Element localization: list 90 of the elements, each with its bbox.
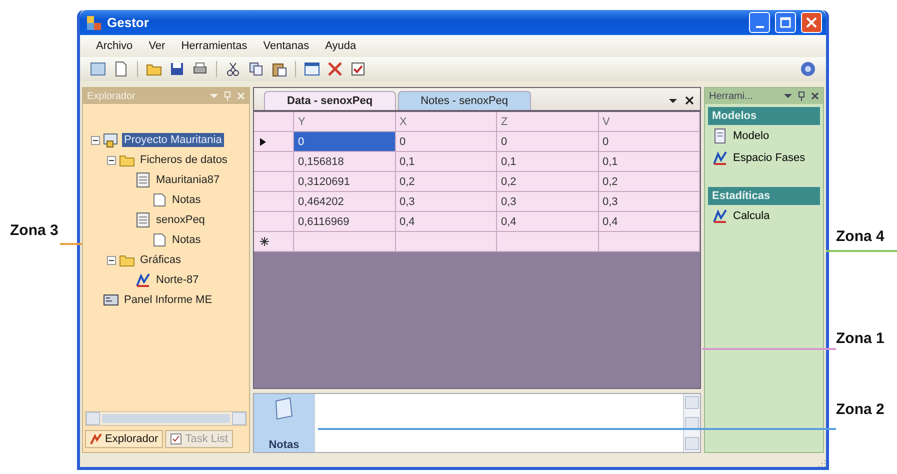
zone-label: Zona 1 [836, 330, 884, 347]
notes-text-area[interactable] [314, 394, 684, 452]
window-title: Gestor [107, 15, 150, 30]
tree-item[interactable]: Notas [170, 193, 203, 207]
close-button[interactable] [801, 12, 822, 33]
table-cell[interactable]: 0,1 [497, 152, 598, 172]
minimize-icon [756, 26, 764, 28]
tree-item[interactable]: Norte-87 [154, 273, 201, 287]
close-icon [806, 17, 817, 28]
menu-item[interactable]: Herramientas [175, 38, 254, 54]
close-icon[interactable] [685, 96, 694, 105]
table-cell[interactable]: 0,2 [598, 172, 700, 192]
table-cell[interactable]: 0 [396, 132, 497, 152]
zone-label: Zona 4 [836, 228, 884, 245]
tool-item[interactable]: Calcula [708, 205, 820, 227]
tool-item[interactable]: Espacio Fases [708, 147, 820, 169]
tree-item[interactable]: Panel Informe ME [122, 293, 214, 307]
table-cell[interactable] [497, 232, 598, 252]
table-cell[interactable]: 0,1 [396, 152, 497, 172]
table-cell[interactable] [294, 232, 396, 252]
note-icon [151, 192, 167, 208]
column-header[interactable]: Z [497, 112, 598, 132]
panel-icon [103, 292, 119, 308]
menu-item[interactable]: Ver [142, 38, 172, 54]
chart-icon [135, 272, 151, 288]
table-cell[interactable]: 0,3 [497, 192, 598, 212]
panel-tab[interactable]: Explorador [85, 430, 164, 448]
chart-icon [90, 433, 102, 445]
panel-title: Explorador [87, 90, 136, 102]
tree-item[interactable]: Gráficas [138, 253, 183, 267]
model-icon [712, 128, 728, 144]
notepad-icon [273, 397, 295, 421]
tree-item[interactable]: Notas [170, 233, 203, 247]
table-icon [135, 212, 151, 228]
table-cell[interactable]: 0,6116969 [294, 212, 396, 232]
project-icon [103, 132, 119, 148]
table-cell[interactable]: 0,2 [396, 172, 497, 192]
panel-title: Herrami... [709, 90, 754, 102]
section-header[interactable]: Modelos [708, 107, 820, 125]
row-header[interactable] [254, 232, 294, 252]
zone-label: Zona 3 [10, 222, 58, 239]
menu-item[interactable]: Ventanas [257, 38, 316, 54]
collapse-icon[interactable] [107, 156, 116, 164]
pin-icon[interactable] [798, 91, 805, 101]
document-tab[interactable]: Notes - senoxPeq [398, 91, 532, 110]
table-cell[interactable]: 0,464202 [294, 192, 396, 212]
tree-item[interactable]: Proyecto Mauritania [122, 133, 224, 147]
table-cell[interactable]: 0,1 [598, 152, 700, 172]
table-cell[interactable]: 0,3 [396, 192, 497, 212]
table-cell[interactable]: 0,4 [497, 212, 598, 232]
note-icon [151, 232, 167, 248]
menu-item[interactable]: Archivo [90, 38, 139, 54]
current-row-icon [260, 138, 266, 146]
section-header[interactable]: Estadíticas [708, 187, 820, 205]
zone-label: Zona 2 [836, 401, 884, 418]
column-header[interactable]: X [396, 112, 497, 132]
table-cell[interactable] [396, 232, 497, 252]
resize-grip-icon[interactable] [817, 458, 826, 467]
tree-item[interactable]: Ficheros de datos [138, 153, 230, 167]
checkbox-icon [170, 433, 182, 445]
app-icon [86, 14, 102, 30]
horizontal-scrollbar[interactable] [85, 411, 247, 426]
tree-item[interactable]: senoxPeq [154, 213, 207, 227]
table-cell[interactable]: 0 [598, 132, 700, 152]
vertical-scrollbar[interactable] [684, 394, 700, 452]
table-cell[interactable]: 0,156818 [294, 152, 396, 172]
dropdown-icon[interactable] [669, 98, 677, 104]
column-header[interactable]: V [598, 112, 700, 132]
chart-icon [712, 150, 728, 166]
table-cell[interactable]: 0,3120691 [294, 172, 396, 192]
menu-item[interactable]: Ayuda [319, 38, 362, 54]
maximize-button[interactable] [775, 12, 796, 33]
table-cell[interactable] [598, 232, 700, 252]
table-cell[interactable]: 0,2 [497, 172, 598, 192]
collapse-icon[interactable] [107, 256, 116, 264]
minimize-button[interactable] [749, 12, 770, 33]
collapse-icon[interactable] [91, 136, 100, 144]
document-tab[interactable]: Data - senoxPeq [264, 91, 396, 110]
table-icon [135, 172, 151, 188]
chart-icon [712, 208, 728, 224]
new-row-icon [260, 237, 269, 246]
notes-button[interactable]: Notas [254, 394, 314, 452]
table-cell[interactable]: 0 [294, 132, 396, 152]
tree-item[interactable]: Mauritania87 [154, 173, 222, 187]
tool-item[interactable]: Modelo [708, 125, 820, 147]
table-cell[interactable]: 0,4 [598, 212, 700, 232]
table-cell[interactable]: 0,4 [396, 212, 497, 232]
table-cell[interactable]: 0,3 [598, 192, 700, 212]
maximize-icon [780, 17, 791, 28]
table-cell[interactable]: 0 [497, 132, 598, 152]
